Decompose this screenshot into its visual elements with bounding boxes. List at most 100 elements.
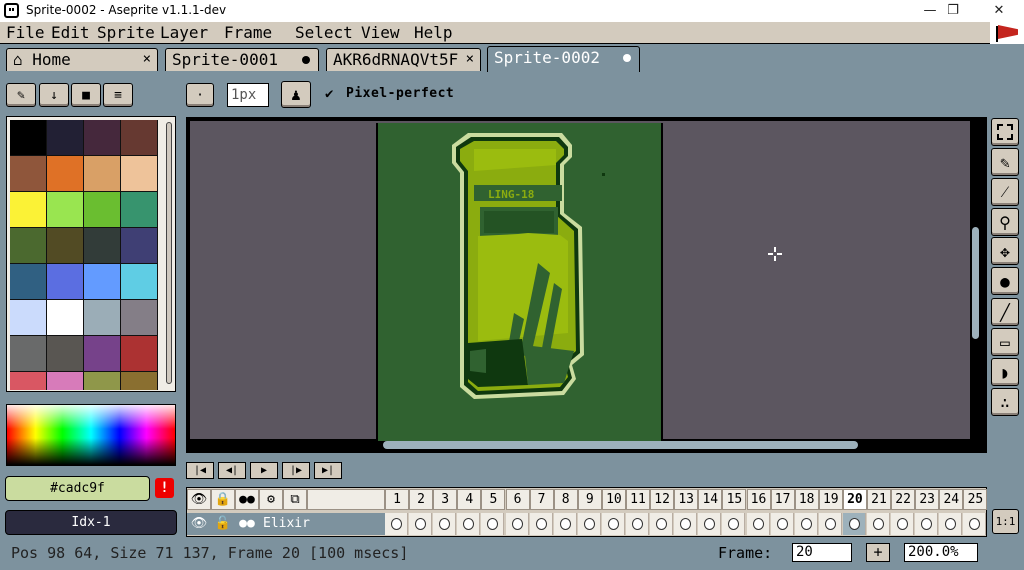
palette-swatch[interactable]	[84, 372, 120, 390]
frame-header[interactable]: 17	[770, 489, 795, 510]
last-frame-icon[interactable]: ▶|	[314, 462, 342, 479]
tab-sprite-0002[interactable]: Sprite-0002	[487, 46, 640, 72]
lock-header-icon[interactable]: 🔒	[211, 489, 235, 510]
maximize-button[interactable]: ❐	[930, 0, 976, 22]
palette-swatch[interactable]	[10, 300, 46, 335]
tab-akr6drnaqvt5f[interactable]: AKR6dRNAQVt5F ×	[326, 48, 481, 71]
frame-header[interactable]: 4	[457, 489, 482, 510]
paint-bucket-tool-icon[interactable]: ●	[991, 267, 1019, 295]
frame-header[interactable]: 7	[529, 489, 554, 510]
frame-header[interactable]: 14	[698, 489, 723, 510]
cel[interactable]	[674, 513, 698, 535]
marquee-tool-icon[interactable]	[991, 118, 1019, 146]
palette-swatch[interactable]	[47, 192, 83, 227]
pencil-tool-icon[interactable]: ✎	[991, 148, 1019, 176]
cel[interactable]	[577, 513, 601, 535]
rectangle-tool-icon[interactable]: ▭	[991, 328, 1019, 356]
close-button[interactable]: ✕	[976, 0, 1022, 22]
color-spectrum[interactable]	[6, 404, 176, 466]
contour-tool-icon[interactable]: ◗	[991, 358, 1019, 386]
palette-swatch[interactable]	[47, 264, 83, 299]
palette-options-icon[interactable]: ≡	[103, 83, 133, 107]
foreground-color-button[interactable]: #cadc9f	[5, 476, 150, 501]
frame-header[interactable]: 21	[867, 489, 891, 510]
cel[interactable]	[650, 513, 674, 535]
frame-header[interactable]: 5	[481, 489, 506, 510]
cel[interactable]	[818, 513, 842, 535]
tab-close-icon[interactable]: ×	[463, 49, 474, 70]
palette-swatch[interactable]	[84, 300, 120, 335]
cel[interactable]	[794, 513, 818, 535]
frame-header[interactable]: 16	[746, 489, 771, 510]
cel[interactable]	[939, 513, 963, 535]
vertical-scrollbar[interactable]	[972, 227, 979, 339]
cel[interactable]	[601, 513, 625, 535]
play-icon[interactable]: ▶	[250, 462, 278, 479]
palette-swatch[interactable]	[84, 120, 120, 155]
frame-header[interactable]: 23	[915, 489, 940, 510]
background-color-button[interactable]: Idx-1	[5, 510, 177, 535]
palette-swatch[interactable]	[47, 120, 83, 155]
cel[interactable]	[626, 513, 649, 535]
frame-header[interactable]: 20	[842, 489, 867, 510]
tab-home[interactable]: ⌂ Home ×	[6, 48, 158, 71]
frame-header[interactable]: 25	[963, 489, 988, 510]
eyedropper-tool-icon[interactable]: ⁄	[991, 178, 1019, 206]
edit-palette-icon[interactable]: ✎	[6, 83, 36, 107]
menu-file[interactable]: File	[6, 23, 45, 43]
cel[interactable]	[433, 513, 457, 535]
brush-size-input[interactable]: 1px	[227, 83, 269, 107]
cel[interactable]	[746, 513, 770, 535]
cel[interactable]	[770, 513, 794, 535]
frame-header[interactable]: 3	[433, 489, 458, 510]
palette-swatch[interactable]	[121, 228, 157, 263]
menu-select[interactable]: Select	[295, 23, 353, 43]
layer-lock-icon[interactable]: 🔓	[211, 513, 235, 535]
tab-sprite-0001[interactable]: Sprite-0001	[165, 48, 319, 71]
ink-type-icon[interactable]: ♟	[281, 81, 311, 108]
previous-frame-icon[interactable]: ◀|	[218, 462, 246, 479]
palette-swatch[interactable]	[84, 156, 120, 191]
palette-swatch[interactable]	[84, 264, 120, 299]
cel[interactable]	[722, 513, 746, 535]
onion-skin-header-icon[interactable]: ●●	[235, 489, 259, 510]
palette-swatch[interactable]	[121, 264, 157, 299]
frame-header[interactable]: 2	[409, 489, 434, 510]
palette-swatch[interactable]	[121, 156, 157, 191]
layer-visibility-icon[interactable]: 👁	[187, 513, 211, 535]
cel[interactable]	[505, 513, 529, 535]
frame-header[interactable]: 9	[577, 489, 602, 510]
palette-swatch[interactable]	[10, 336, 46, 371]
palette-swatch[interactable]	[121, 372, 157, 390]
horizontal-scrollbar[interactable]	[383, 441, 858, 449]
palette-swatch[interactable]	[121, 120, 157, 155]
cel[interactable]	[963, 513, 987, 535]
palette-swatch[interactable]	[47, 372, 83, 390]
layer-header-icon[interactable]: ⧉	[283, 489, 307, 510]
first-frame-icon[interactable]: |◀	[186, 462, 214, 479]
palette-swatch[interactable]	[84, 192, 120, 227]
cel[interactable]	[698, 513, 722, 535]
palette-swatch[interactable]	[10, 264, 46, 299]
move-tool-icon[interactable]: ✥	[991, 237, 1019, 265]
blur-tool-icon[interactable]: ∴	[991, 388, 1019, 416]
pixel-perfect-checkbox[interactable]: ✔	[325, 86, 333, 102]
cel[interactable]	[481, 513, 505, 535]
warning-icon[interactable]: !	[155, 478, 174, 498]
new-frame-button[interactable]: +	[866, 543, 890, 562]
frame-header[interactable]: 1	[385, 489, 409, 510]
menu-sprite[interactable]: Sprite	[97, 23, 155, 43]
palette-swatch[interactable]	[47, 156, 83, 191]
brush-type-icon[interactable]: ·	[186, 83, 214, 107]
cel[interactable]	[842, 513, 866, 535]
palette-swatch[interactable]	[121, 300, 157, 335]
frame-header[interactable]: 22	[891, 489, 916, 510]
palette-swatch[interactable]	[10, 192, 46, 227]
sort-palette-icon[interactable]: ↓	[39, 83, 69, 107]
frame-header[interactable]: 8	[553, 489, 578, 510]
zoom-1-1-button[interactable]: 1:1	[992, 509, 1019, 534]
palette-scrollbar[interactable]	[166, 122, 172, 384]
palette-swatch[interactable]	[47, 300, 83, 335]
cel[interactable]	[915, 513, 939, 535]
sprite-canvas[interactable]: LING-18	[376, 123, 663, 441]
